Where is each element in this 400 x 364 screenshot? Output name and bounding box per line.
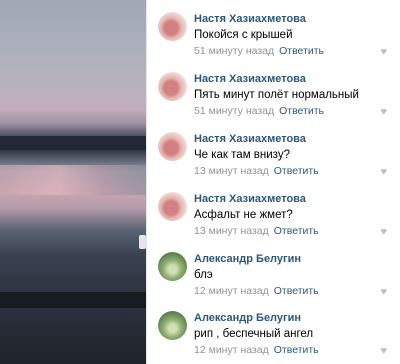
reply-link[interactable]: Ответить <box>279 105 324 117</box>
avatar[interactable] <box>158 12 187 41</box>
avatar[interactable] <box>158 311 187 340</box>
comment-text: Пять минут полёт нормальный <box>194 89 359 101</box>
avatar[interactable] <box>158 132 187 161</box>
comment-item: Настя Хазиахметова Асфальт не жмет? 13 м… <box>147 180 400 238</box>
reply-link[interactable]: Ответить <box>274 225 319 237</box>
heart-icon[interactable]: ♥ <box>380 226 387 238</box>
reply-link[interactable]: Ответить <box>274 285 319 297</box>
heart-icon[interactable]: ♥ <box>380 46 387 58</box>
comment-author[interactable]: Настя Хазиахметова <box>194 193 306 205</box>
reply-link[interactable]: Ответить <box>274 344 319 356</box>
avatar[interactable] <box>158 252 187 281</box>
comment-meta: 12 минут назад Ответить <box>194 285 319 297</box>
comment-author[interactable]: Настя Хазиахметова <box>194 133 306 145</box>
avatar[interactable] <box>158 72 187 101</box>
comment-text: Че как там внизу? <box>194 149 290 161</box>
comment-time[interactable]: 13 минут назад <box>194 225 269 237</box>
comment-author[interactable]: Настя Хазиахметова <box>194 73 306 85</box>
heart-icon[interactable]: ♥ <box>380 286 387 298</box>
comment-meta: 12 минут назад Ответить <box>194 344 319 356</box>
photo-scroll-handle[interactable] <box>139 235 146 249</box>
photo-treeline <box>0 136 146 150</box>
heart-icon[interactable]: ♥ <box>380 106 387 118</box>
comment-text: блэ <box>194 269 213 281</box>
comment-meta: 51 минуту назад Ответить <box>194 105 324 117</box>
comment-meta: 13 минут назад Ответить <box>194 225 319 237</box>
reply-link[interactable]: Ответить <box>279 45 324 57</box>
comment-text: рип , беспечный ангел <box>194 328 314 340</box>
comment-item: Александр Белугин блэ 12 минут назад Отве… <box>147 240 400 298</box>
comment-author[interactable]: Александр Белугин <box>194 253 301 265</box>
comment-time[interactable]: 12 минут назад <box>194 344 269 356</box>
photo-dark-band <box>0 292 146 308</box>
avatar[interactable] <box>158 192 187 221</box>
comment-time[interactable]: 12 минут назад <box>194 285 269 297</box>
heart-icon[interactable]: ♥ <box>380 166 387 178</box>
comment-time[interactable]: 51 минуту назад <box>194 105 274 117</box>
comments-list: Настя Хазиахметова Покойся с крышей 51 м… <box>146 0 400 364</box>
comment-item: Настя Хазиахметова Пять минут полёт норм… <box>147 60 400 118</box>
photo-reflection <box>0 165 146 195</box>
comment-item: Настя Хазиахметова Покойся с крышей 51 м… <box>147 0 400 58</box>
comment-meta: 13 минут назад Ответить <box>194 165 319 177</box>
comment-text: Асфальт не жмет? <box>194 209 293 221</box>
comment-meta: 51 минуту назад Ответить <box>194 45 324 57</box>
comment-text: Покойся с крышей <box>194 29 293 41</box>
comment-item: Настя Хазиахметова Че как там внизу? 13 … <box>147 120 400 178</box>
comment-item: Александр Белугин рип , беспечный ангел … <box>147 299 400 357</box>
reply-link[interactable]: Ответить <box>274 165 319 177</box>
comment-time[interactable]: 51 минуту назад <box>194 45 274 57</box>
post-photo[interactable] <box>0 0 146 364</box>
comment-author[interactable]: Александр Белугин <box>194 312 301 324</box>
comment-author[interactable]: Настя Хазиахметова <box>194 13 306 25</box>
comment-time[interactable]: 13 минут назад <box>194 165 269 177</box>
heart-icon[interactable]: ♥ <box>380 345 387 357</box>
